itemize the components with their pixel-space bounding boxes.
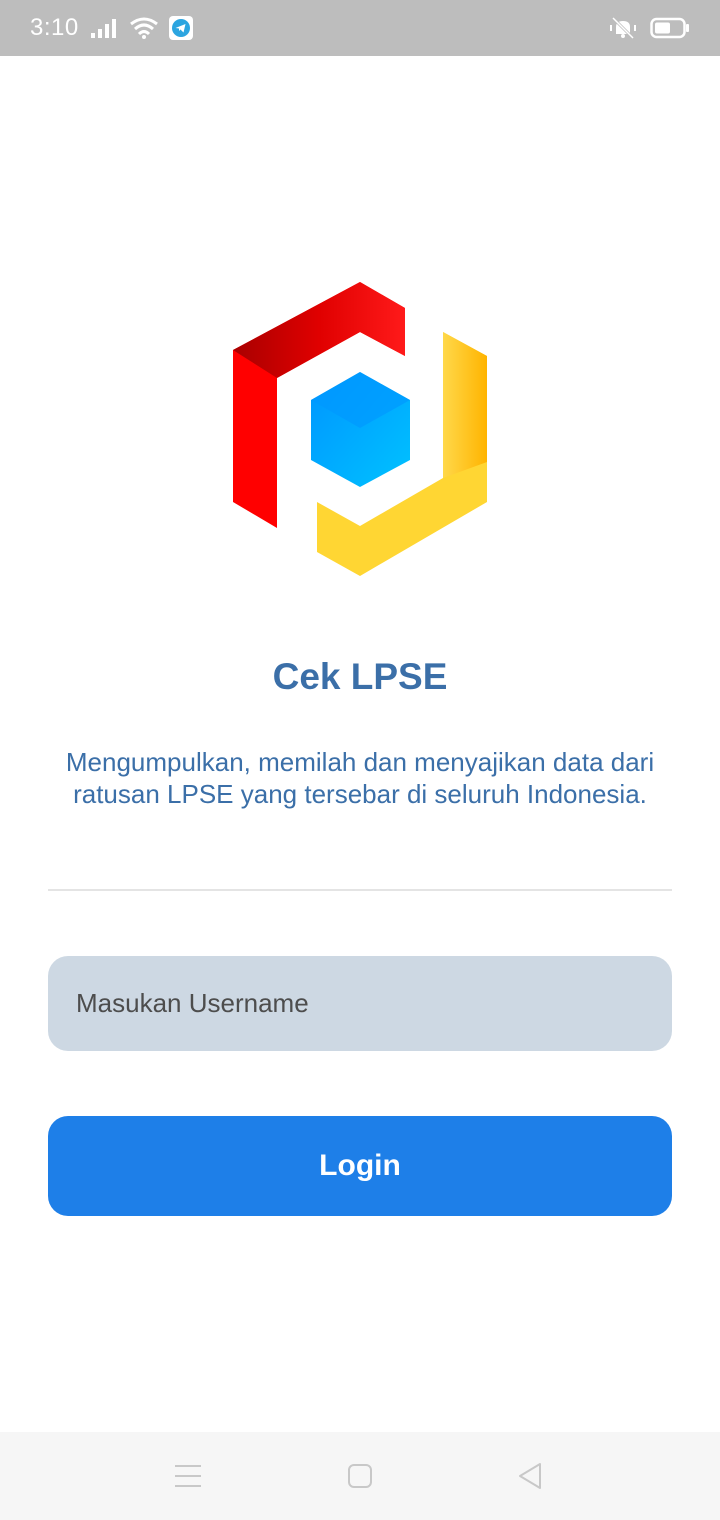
back-icon[interactable] [512, 1460, 548, 1492]
app-description: Mengumpulkan, memilah dan menyajikan dat… [65, 747, 655, 809]
app-logo [225, 280, 495, 580]
home-icon[interactable] [342, 1460, 378, 1492]
system-nav-bar [0, 1432, 720, 1520]
menu-icon[interactable] [170, 1460, 206, 1492]
status-left: 3:10 [30, 14, 193, 42]
signal-icon [89, 17, 119, 39]
vibrate-icon [608, 16, 638, 40]
status-bar: 3:10 [0, 0, 720, 56]
divider [48, 889, 672, 891]
telegram-icon [168, 16, 193, 40]
wifi-icon [129, 16, 159, 40]
username-input[interactable] [48, 956, 672, 1051]
battery-icon [650, 17, 690, 39]
app-title: Cek LPSE [272, 656, 448, 697]
login-button[interactable]: Login [48, 1116, 672, 1216]
status-time: 3:10 [30, 14, 79, 41]
status-right [608, 16, 690, 40]
